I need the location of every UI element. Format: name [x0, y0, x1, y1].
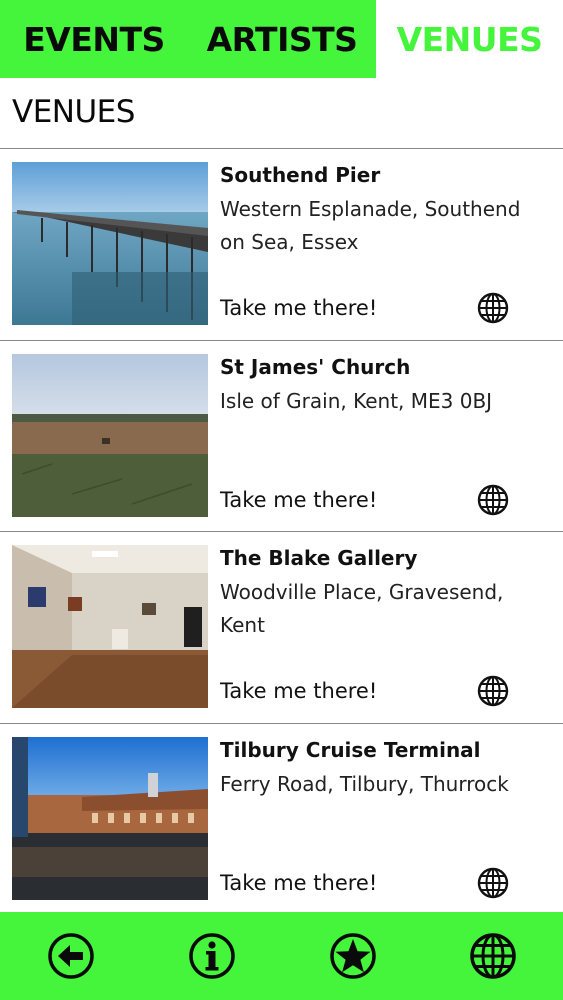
take-me-there-link[interactable]: Take me there!: [220, 871, 377, 895]
venue-address: Western Esplanade, Southend on Sea, Esse…: [220, 197, 521, 254]
globe-icon[interactable]: [477, 675, 509, 707]
venue-item[interactable]: Tilbury Cruise Terminal Ferry Road, Tilb…: [0, 724, 563, 915]
venue-address: Woodville Place, Gravesend, Kent: [220, 580, 504, 637]
venue-address: Isle of Grain, Kent, ME3 0BJ: [220, 388, 493, 413]
page-title: VENUES: [12, 94, 135, 130]
venue-name: Southend Pier: [220, 163, 381, 187]
venue-list: Southend Pier Western Esplanade, Southen…: [0, 149, 563, 915]
tab-venues[interactable]: VENUES: [376, 0, 563, 78]
venue-photo: [12, 162, 208, 325]
globe-icon[interactable]: [477, 484, 509, 516]
take-me-there-link[interactable]: Take me there!: [220, 488, 377, 512]
globe-icon[interactable]: [477, 292, 509, 324]
take-me-there-link[interactable]: Take me there!: [220, 296, 377, 320]
venue-item[interactable]: The Blake Gallery Woodville Place, Grave…: [0, 532, 563, 724]
globe-icon[interactable]: [469, 932, 517, 980]
venue-name: St James' Church: [220, 354, 411, 379]
take-me-there-link[interactable]: Take me there!: [220, 679, 377, 703]
top-tab-bar: EVENTS ARTISTS VENUES: [0, 0, 563, 78]
venue-item[interactable]: Southend Pier Western Esplanade, Southen…: [0, 149, 563, 341]
info-icon[interactable]: [188, 932, 236, 980]
tab-events[interactable]: EVENTS: [0, 0, 188, 78]
bottom-toolbar: [0, 912, 563, 1000]
venue-name: The Blake Gallery: [220, 546, 418, 570]
venue-name: Tilbury Cruise Terminal: [220, 737, 481, 762]
tab-artists[interactable]: ARTISTS: [188, 0, 376, 78]
venue-photo: [12, 545, 208, 708]
venue-photo: [12, 736, 208, 900]
venue-photo: [12, 353, 208, 517]
star-icon[interactable]: [329, 932, 377, 980]
venue-address: Ferry Road, Tilbury, Thurrock: [220, 771, 509, 796]
globe-icon[interactable]: [477, 867, 509, 899]
venue-item[interactable]: St James' Church Isle of Grain, Kent, ME…: [0, 341, 563, 532]
back-arrow-icon[interactable]: [47, 932, 95, 980]
